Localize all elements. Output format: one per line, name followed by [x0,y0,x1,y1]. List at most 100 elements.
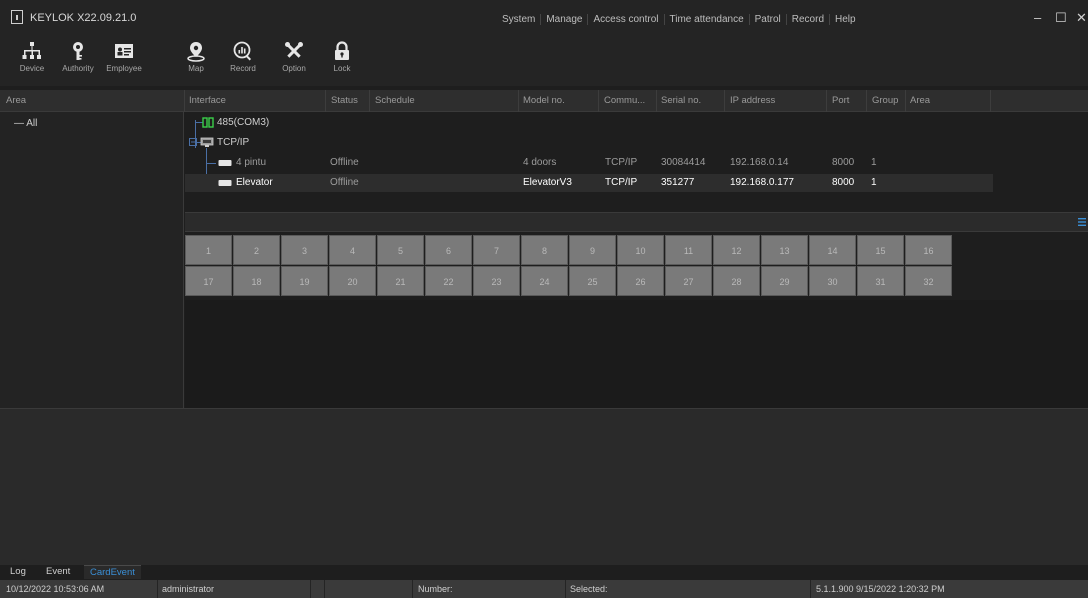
door-button[interactable]: 29 [761,266,808,296]
header-area-2[interactable]: Area [910,95,930,106]
log-panel [0,408,1088,565]
title-bar: KEYLOK X22.09.21.0 System Manage Access … [0,0,1088,40]
header-interface[interactable]: Interface [189,95,226,106]
door-button[interactable]: 30 [809,266,856,296]
door-button[interactable]: 19 [281,266,328,296]
lock-button[interactable]: Lock [318,40,366,84]
device-group: 1 [871,177,877,188]
header-status[interactable]: Status [331,95,358,106]
header-port[interactable]: Port [832,95,849,106]
door-button[interactable]: 25 [569,266,616,296]
menu-manage[interactable]: Manage [541,14,589,25]
device-status: Offline [330,177,359,188]
panel-splitter[interactable] [185,212,1088,232]
list-menu-icon[interactable] [1078,217,1086,227]
device-group: 1 [871,157,877,168]
header-serial-no[interactable]: Serial no. [661,95,701,106]
menu-record[interactable]: Record [787,14,831,25]
door-button[interactable]: 20 [329,266,376,296]
authority-button[interactable]: Authority [54,40,102,84]
key-icon [73,42,83,60]
close-button[interactable]: ✕ [1076,10,1087,26]
header-area[interactable]: Area [6,95,26,106]
tab-log[interactable]: Log [4,565,32,579]
door-button[interactable]: 28 [713,266,760,296]
expand-icon[interactable] [189,138,197,146]
network-icon [200,137,214,147]
device-row-selected[interactable]: Elevator Offline ElevatorV3 TCP/IP 35127… [185,174,993,192]
tree-node-tcpip[interactable]: TCP/IP [185,134,993,152]
door-button[interactable]: 12 [713,235,760,265]
header-communication[interactable]: Commu... [604,95,645,106]
map-button[interactable]: Map [172,40,220,84]
app-logo-icon [11,10,23,24]
door-button[interactable]: 14 [809,235,856,265]
menu-system[interactable]: System [497,14,542,25]
tab-event[interactable]: Event [40,565,76,579]
main-menu: System Manage Access control Time attend… [497,14,861,25]
status-selected: Selected: [570,584,608,594]
device-name: Elevator [236,177,273,188]
door-button[interactable]: 13 [761,235,808,265]
door-button[interactable]: 2 [233,235,280,265]
door-button[interactable]: 4 [329,235,376,265]
header-model-no[interactable]: Model no. [523,95,565,106]
door-button[interactable]: 26 [617,266,664,296]
door-button[interactable]: 17 [185,266,232,296]
door-button[interactable]: 5 [377,235,424,265]
serial-port-icon [202,117,214,128]
door-button[interactable]: 1 [185,235,232,265]
minimize-button[interactable]: – [1034,10,1041,25]
door-button[interactable]: 24 [521,266,568,296]
door-button[interactable]: 15 [857,235,904,265]
status-datetime: 10/12/2022 10:53:06 AM [6,584,105,594]
toolbar: Device Authority Employee Map Record Opt… [0,40,1088,86]
door-button[interactable]: 31 [857,266,904,296]
menu-patrol[interactable]: Patrol [750,14,787,25]
tools-icon [285,42,303,58]
area-tree-panel: — All [0,112,184,408]
door-button[interactable]: 11 [665,235,712,265]
tab-card-event[interactable]: CardEvent [84,565,141,579]
door-button[interactable]: 22 [425,266,472,296]
tree-node-485[interactable]: 485(COM3) [185,114,993,132]
record-button[interactable]: Record [219,40,267,84]
device-row[interactable]: 4 pintu Offline 4 doors TCP/IP 30084414 … [185,154,993,172]
device-button[interactable]: Device [8,40,56,84]
device-comm: TCP/IP [605,177,638,188]
device-serial: 351277 [661,177,695,188]
door-button[interactable]: 3 [281,235,328,265]
door-button[interactable]: 18 [233,266,280,296]
maximize-button[interactable]: ☐ [1055,10,1067,26]
header-group[interactable]: Group [872,95,898,106]
menu-help[interactable]: Help [830,14,861,25]
record-chart-icon [233,41,252,61]
device-model: ElevatorV3 [523,177,572,188]
area-all-item[interactable]: — All [14,118,37,129]
door-button[interactable]: 16 [905,235,952,265]
header-schedule[interactable]: Schedule [375,95,415,106]
option-label: Option [282,64,306,73]
column-header: Area Interface Status Schedule Model no.… [0,90,1088,112]
door-button[interactable]: 32 [905,266,952,296]
door-button[interactable]: 27 [665,266,712,296]
employee-button[interactable]: Employee [100,40,148,84]
header-ip-address[interactable]: IP address [730,95,775,106]
door-button[interactable]: 9 [569,235,616,265]
door-button[interactable]: 21 [377,266,424,296]
id-card-icon [115,44,133,58]
door-button[interactable]: 7 [473,235,520,265]
door-button[interactable]: 8 [521,235,568,265]
tree-node-tcpip-label: TCP/IP [217,137,250,148]
app-title: KEYLOK X22.09.21.0 [30,12,137,24]
device-name: 4 pintu [236,157,267,168]
door-button[interactable]: 23 [473,266,520,296]
device-tree-icon [22,42,41,59]
option-button[interactable]: Option [270,40,318,84]
door-button[interactable]: 6 [425,235,472,265]
door-button[interactable]: 10 [617,235,664,265]
menu-time-attendance[interactable]: Time attendance [665,14,750,25]
door-panel-empty-area [185,300,1088,408]
map-label: Map [188,64,204,73]
menu-access-control[interactable]: Access control [588,14,665,25]
